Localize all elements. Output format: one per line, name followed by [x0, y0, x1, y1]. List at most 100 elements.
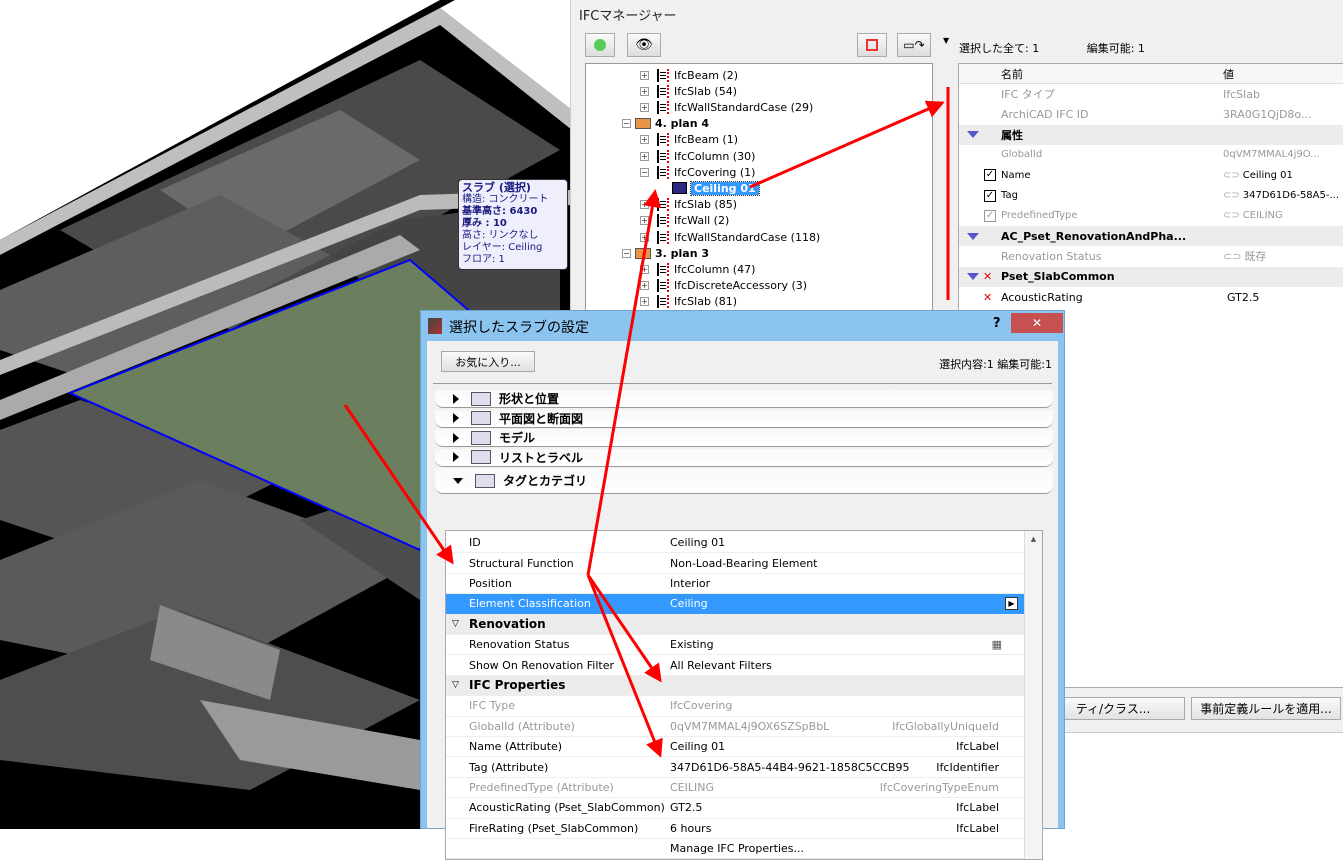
expand-icon[interactable]: + [640, 86, 649, 96]
section-header-row[interactable]: ▽ IFC Properties [446, 675, 1024, 697]
panel-geometry[interactable]: 形状と位置 [435, 390, 1053, 408]
property-name: Renovation Status [1001, 249, 1102, 263]
checkbox[interactable]: ✓ [984, 169, 996, 182]
remove-x-icon[interactable]: ✕ [983, 291, 992, 304]
tree-storey-node[interactable]: − 3. plan 3 [622, 245, 709, 261]
tree-node[interactable]: − IfcCovering (1) [640, 164, 755, 180]
collapse-icon[interactable]: − [622, 248, 631, 258]
collapse-triangle-icon[interactable] [967, 232, 979, 240]
collapse-triangle-icon[interactable] [967, 273, 979, 281]
row-value: GT2.5 [670, 801, 703, 815]
renovation-filter-icon[interactable]: ▦ [992, 638, 1002, 651]
property-name: Pset_SlabCommon [1001, 270, 1115, 284]
tree-node[interactable]: + IfcSlab (85) [640, 197, 737, 213]
expand-icon[interactable]: + [640, 70, 649, 80]
panel-floor-plan[interactable]: 平面図と断面図 [435, 409, 1053, 428]
tree-node[interactable]: + IfcBeam (1) [640, 132, 738, 148]
checkbox[interactable]: ✓ [984, 209, 996, 222]
property-value-text: 既存 [1244, 250, 1267, 264]
collapse-icon[interactable]: − [640, 167, 649, 177]
expand-arrow-icon[interactable] [453, 432, 459, 443]
property-row[interactable]: Renovation Status Existing ▦ [446, 635, 1024, 656]
column-header-name[interactable]: 名前 [1001, 66, 1023, 82]
property-class-label: ティ/クラス... [1075, 702, 1151, 716]
property-row[interactable]: ✕ AcousticRating GT2.5 [959, 287, 1343, 307]
tree-node[interactable]: + IfcDiscreteAccessory (3) [640, 278, 807, 294]
expand-icon[interactable]: + [640, 135, 649, 145]
property-row[interactable]: Tag (Attribute) 347D61D6-58A5-44B4-9621-1… [446, 757, 1024, 778]
close-button[interactable]: ✕ [1011, 313, 1063, 333]
property-group-row[interactable]: 属性 [959, 124, 1343, 145]
column-header-value[interactable]: 値 [1223, 66, 1234, 82]
tree-node[interactable]: + IfcSlab (54) [640, 83, 737, 99]
collapse-triangle-icon[interactable]: ▽ [452, 680, 459, 690]
property-row[interactable]: AcousticRating (Pset_SlabCommon) GT2.5 Ifc… [446, 798, 1024, 819]
collapse-icon[interactable]: − [622, 119, 631, 129]
help-button[interactable]: ? [993, 316, 1001, 331]
property-row[interactable]: ✓ Tag ⊂⊃ 347D61D6-58A5-... [959, 186, 1343, 206]
select-in-model-button[interactable] [857, 33, 887, 57]
options-arrow-button[interactable]: ▶ [1005, 597, 1018, 611]
transfer-selection-button[interactable]: ▭↷ [897, 33, 931, 57]
tree-node[interactable]: + IfcColumn (47) [640, 261, 755, 277]
collapse-arrow-icon[interactable] [453, 477, 463, 484]
expand-arrow-icon[interactable] [453, 413, 459, 423]
tree-node[interactable]: + IfcWallStandardCase (118) [640, 229, 820, 245]
property-row[interactable]: Element Classification Ceiling ▶ [446, 594, 1024, 615]
property-group-row[interactable]: AC_Pset_RenovationAndPha... [959, 226, 1343, 247]
tree-node[interactable]: + IfcWallStandardCase (29) [640, 99, 813, 115]
expand-icon[interactable]: + [640, 216, 649, 226]
panel-tags-categories[interactable]: タグとカテゴリ [435, 468, 1053, 494]
expand-arrow-icon[interactable] [453, 452, 459, 462]
property-row[interactable]: GlobalId (Attribute) 0qVM7MMAL4j9OX6SZSpB… [446, 717, 1024, 737]
tree-node[interactable]: Ceiling 01 [672, 180, 760, 196]
tree-node[interactable]: + IfcBeam (2) [640, 67, 738, 83]
collapse-triangle-icon[interactable] [967, 131, 979, 139]
tree-node[interactable]: + IfcSlab (81) [640, 294, 737, 310]
property-row[interactable]: Position Interior [446, 574, 1024, 595]
scrollbar[interactable]: ▲ [1024, 531, 1042, 859]
property-row[interactable]: ✓ PredefinedType ⊂⊃ CEILING [959, 206, 1343, 226]
property-row[interactable]: ✓ Name ⊂⊃ Ceiling 01 [959, 165, 1343, 185]
ifc-tree[interactable]: + IfcBeam (2) + IfcSlab (54) + IfcWallStandar… [585, 63, 933, 323]
panel-model[interactable]: モデル [435, 429, 1053, 447]
property-row[interactable]: ID Ceiling 01 [446, 533, 1024, 554]
property-row[interactable]: Renovation Status ⊂⊃ 既存 [959, 246, 1343, 266]
favorites-button[interactable]: お気に入り... [441, 351, 535, 372]
property-row[interactable]: Manage IFC Properties... [446, 839, 1024, 860]
manage-ifc-properties-link[interactable]: Manage IFC Properties... [670, 842, 804, 855]
property-row[interactable]: ArchiCAD IFC ID 3RA0G1QjD8o... [959, 104, 1343, 124]
property-row[interactable]: Name (Attribute) Ceiling 01 IfcLabel [446, 737, 1024, 758]
expand-arrow-icon[interactable] [453, 393, 459, 404]
expand-icon[interactable]: + [640, 297, 649, 307]
expand-icon[interactable]: + [640, 281, 649, 291]
section-header-row[interactable]: ▽ Renovation [446, 614, 1024, 635]
tree-storey-node[interactable]: − 4. plan 4 [622, 116, 709, 132]
property-row[interactable]: PredefinedType (Attribute) CEILING IfcCove… [446, 778, 1024, 799]
tags-categories-table[interactable]: ID Ceiling 01 Structural Function Non-Load-… [445, 530, 1043, 860]
tree-node[interactable]: + IfcWall (2) [640, 213, 729, 229]
ifc-class-icon [657, 214, 669, 228]
property-row[interactable]: GlobalId 0qVM7MMAL4j9O... [959, 145, 1343, 165]
property-row[interactable]: Structural Function Non-Load-Bearing Elem… [446, 553, 1024, 574]
property-group-row[interactable]: ✕ Pset_SlabCommon [959, 266, 1343, 287]
collapse-triangle-icon[interactable]: ▽ [452, 619, 459, 629]
expand-icon[interactable]: + [640, 232, 649, 242]
property-row[interactable]: IFC タイプ IfcSlab [959, 84, 1343, 104]
apply-rules-button[interactable]: 事前定義ルールを適用... [1191, 697, 1341, 720]
refresh-button[interactable] [585, 33, 615, 57]
expand-icon[interactable]: + [640, 264, 649, 274]
tree-node[interactable]: + IfcColumn (30) [640, 148, 755, 164]
property-row[interactable]: IFC Type IfcCovering [446, 696, 1024, 717]
property-row[interactable]: Show On Renovation Filter All Relevant Fi… [446, 655, 1024, 676]
remove-x-icon[interactable]: ✕ [983, 270, 992, 283]
row-name: Show On Renovation Filter [469, 658, 614, 672]
expand-icon[interactable]: + [640, 200, 649, 210]
panel-menu-arrow[interactable]: ▼ [943, 36, 949, 45]
expand-icon[interactable]: + [640, 151, 649, 161]
filter-view-button[interactable]: 👁 [627, 33, 661, 57]
expand-icon[interactable]: + [640, 102, 649, 112]
checkbox[interactable]: ✓ [984, 189, 996, 202]
favorites-label: お気に入り... [455, 355, 521, 369]
panel-list-label[interactable]: リストとラベル [435, 448, 1053, 467]
